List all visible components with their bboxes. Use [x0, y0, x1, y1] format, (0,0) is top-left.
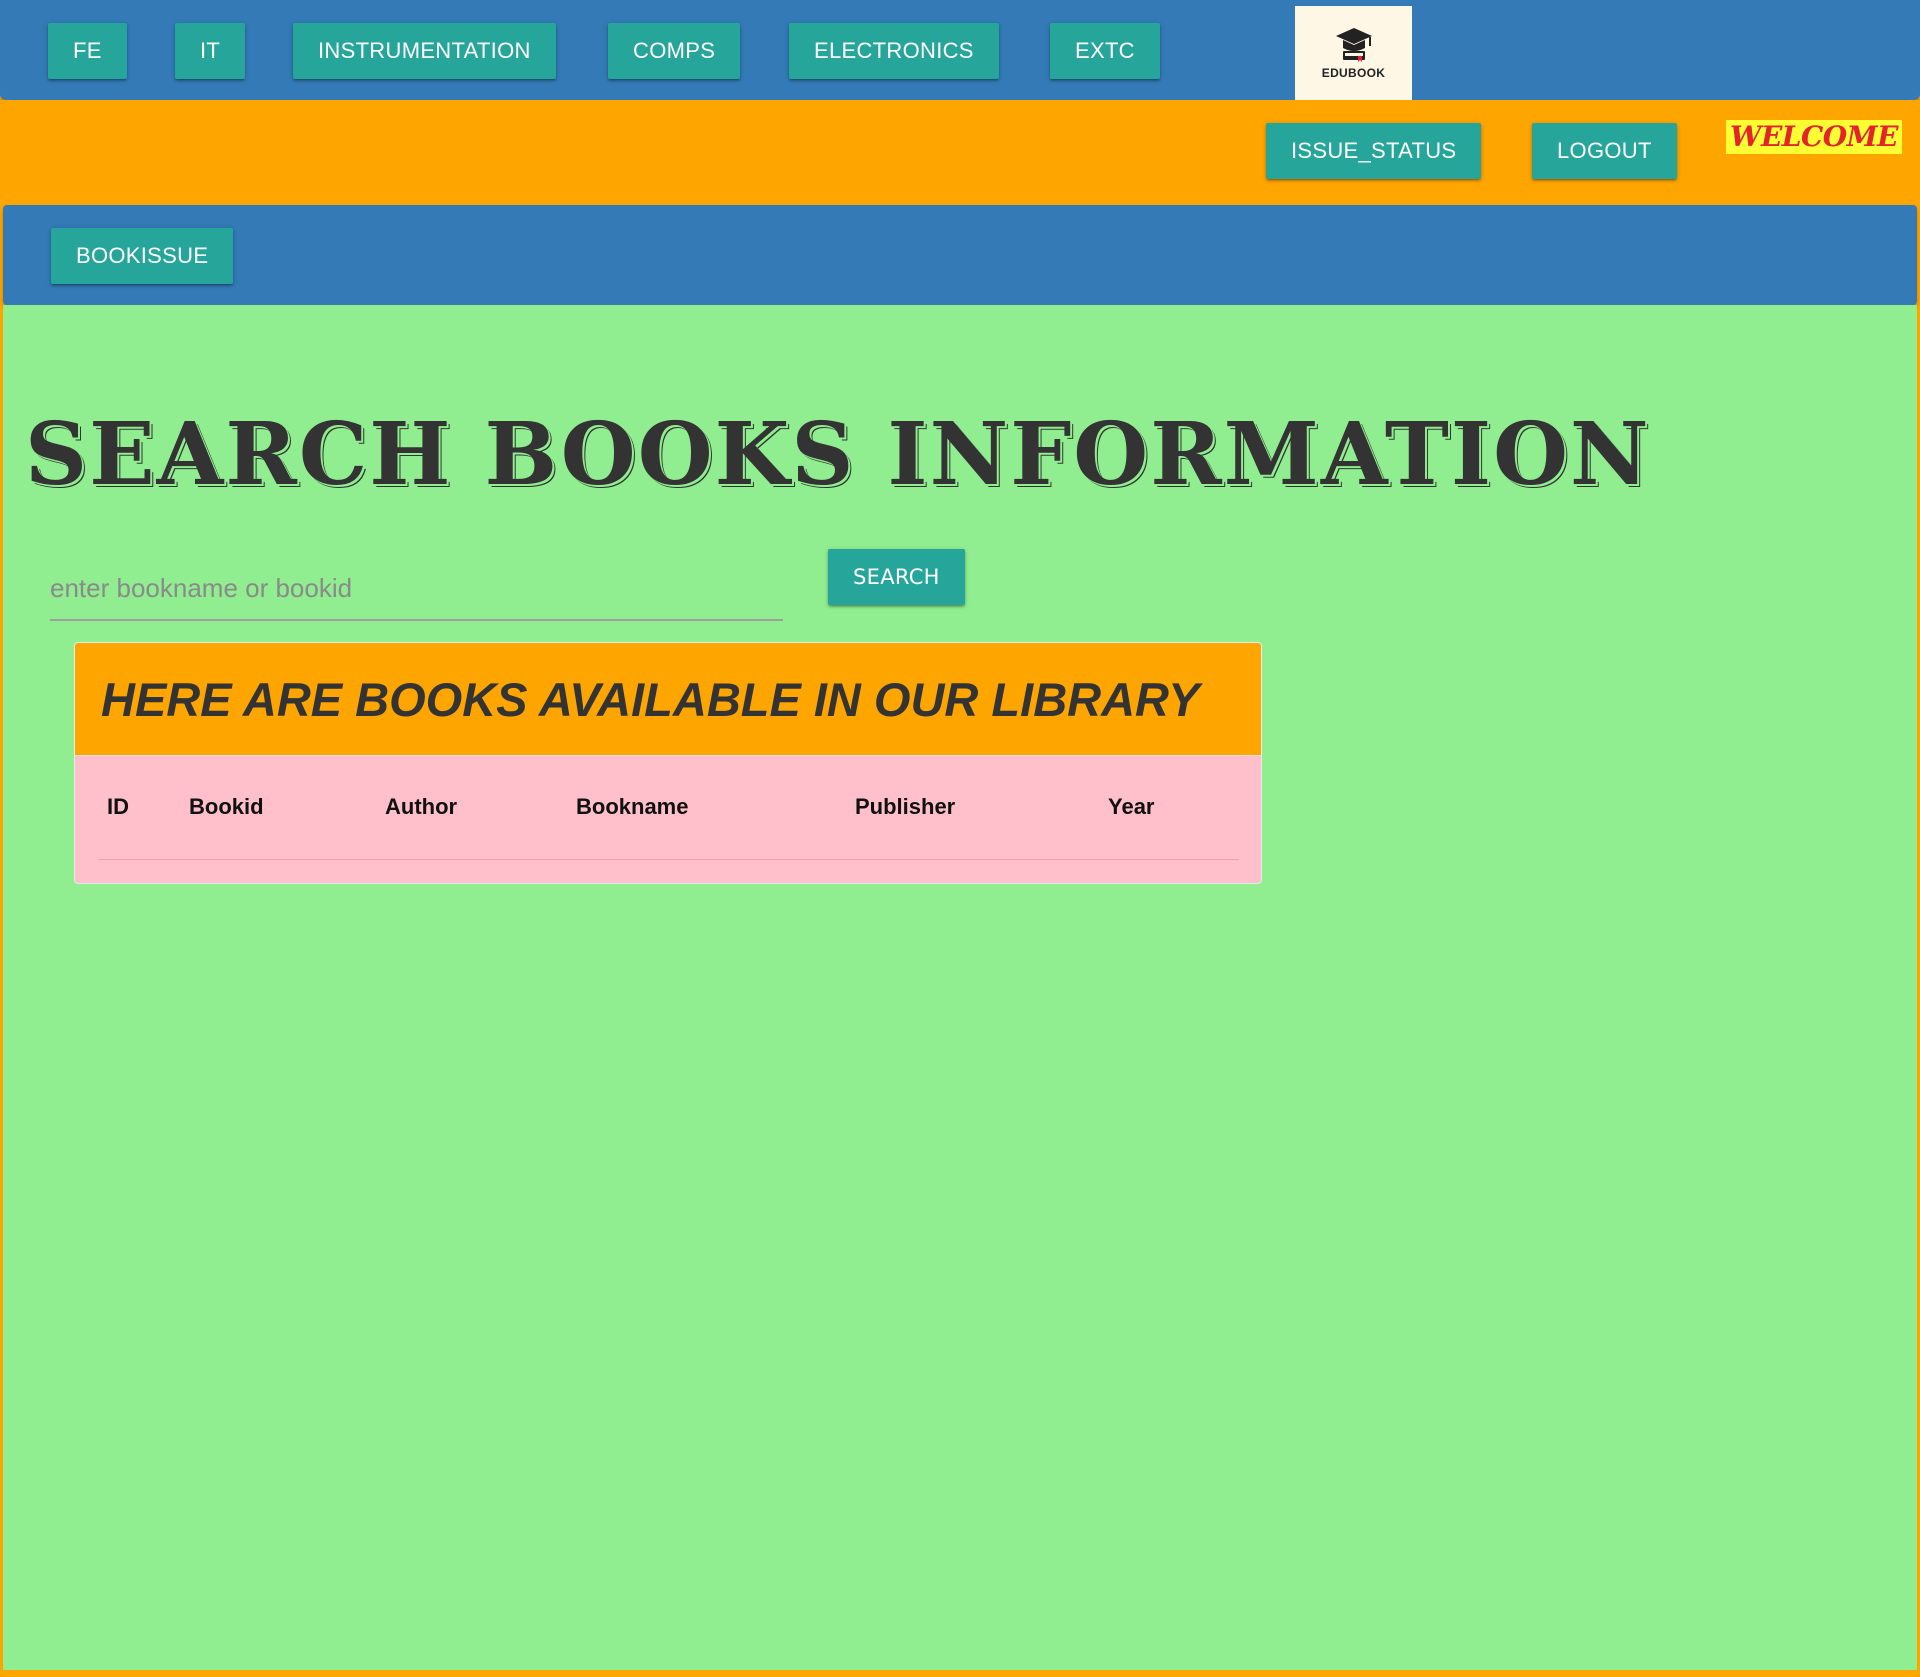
page-title: SEARCH BOOKS INFORMATION — [25, 404, 1651, 505]
graduation-cap-book-icon — [1334, 26, 1374, 62]
bottom-strip — [0, 1670, 1920, 1677]
edubook-logo[interactable]: EDUBOOK — [1295, 6, 1412, 100]
nav-electronics-button[interactable]: ELECTRONICS — [789, 23, 999, 79]
search-button[interactable]: SEARCH — [828, 549, 965, 605]
secondary-nav: BOOKISSUE — [3, 205, 1917, 305]
top-nav: FE IT INSTRUMENTATION COMPS ELECTRONICS … — [0, 0, 1920, 100]
table-header-row: ID Bookid Author Bookname Publisher Year — [99, 756, 1239, 860]
logo-text: EDUBOOK — [1321, 66, 1386, 80]
nav-fe-button[interactable]: FE — [48, 23, 127, 79]
nav-instrumentation-button[interactable]: INSTRUMENTATION — [293, 23, 556, 79]
logout-button[interactable]: LOGOUT — [1532, 123, 1677, 179]
books-table: ID Bookid Author Bookname Publisher Year — [99, 756, 1239, 860]
nav-extc-button[interactable]: EXTC — [1050, 23, 1160, 79]
column-header-author: Author — [377, 756, 568, 860]
column-header-bookid: Bookid — [181, 756, 377, 860]
user-bar: ISSUE_STATUS LOGOUT WELCOME — [0, 100, 1920, 203]
search-input[interactable] — [50, 557, 783, 621]
library-card: HERE ARE BOOKS AVAILABLE IN OUR LIBRARY … — [74, 642, 1262, 884]
column-header-publisher: Publisher — [847, 756, 1100, 860]
column-header-bookname: Bookname — [568, 756, 847, 860]
nav-comps-button[interactable]: COMPS — [608, 23, 741, 79]
main-content: SEARCH BOOKS INFORMATION SEARCH HERE ARE… — [3, 305, 1917, 1670]
column-header-year: Year — [1100, 756, 1239, 860]
bookissue-button[interactable]: BOOKISSUE — [51, 228, 234, 284]
nav-it-button[interactable]: IT — [175, 23, 246, 79]
issue-status-button[interactable]: ISSUE_STATUS — [1266, 123, 1482, 179]
library-heading: HERE ARE BOOKS AVAILABLE IN OUR LIBRARY — [101, 672, 1200, 726]
column-header-id: ID — [99, 756, 181, 860]
welcome-text: WELCOME — [1726, 120, 1902, 154]
library-card-header: HERE ARE BOOKS AVAILABLE IN OUR LIBRARY — [75, 643, 1261, 756]
